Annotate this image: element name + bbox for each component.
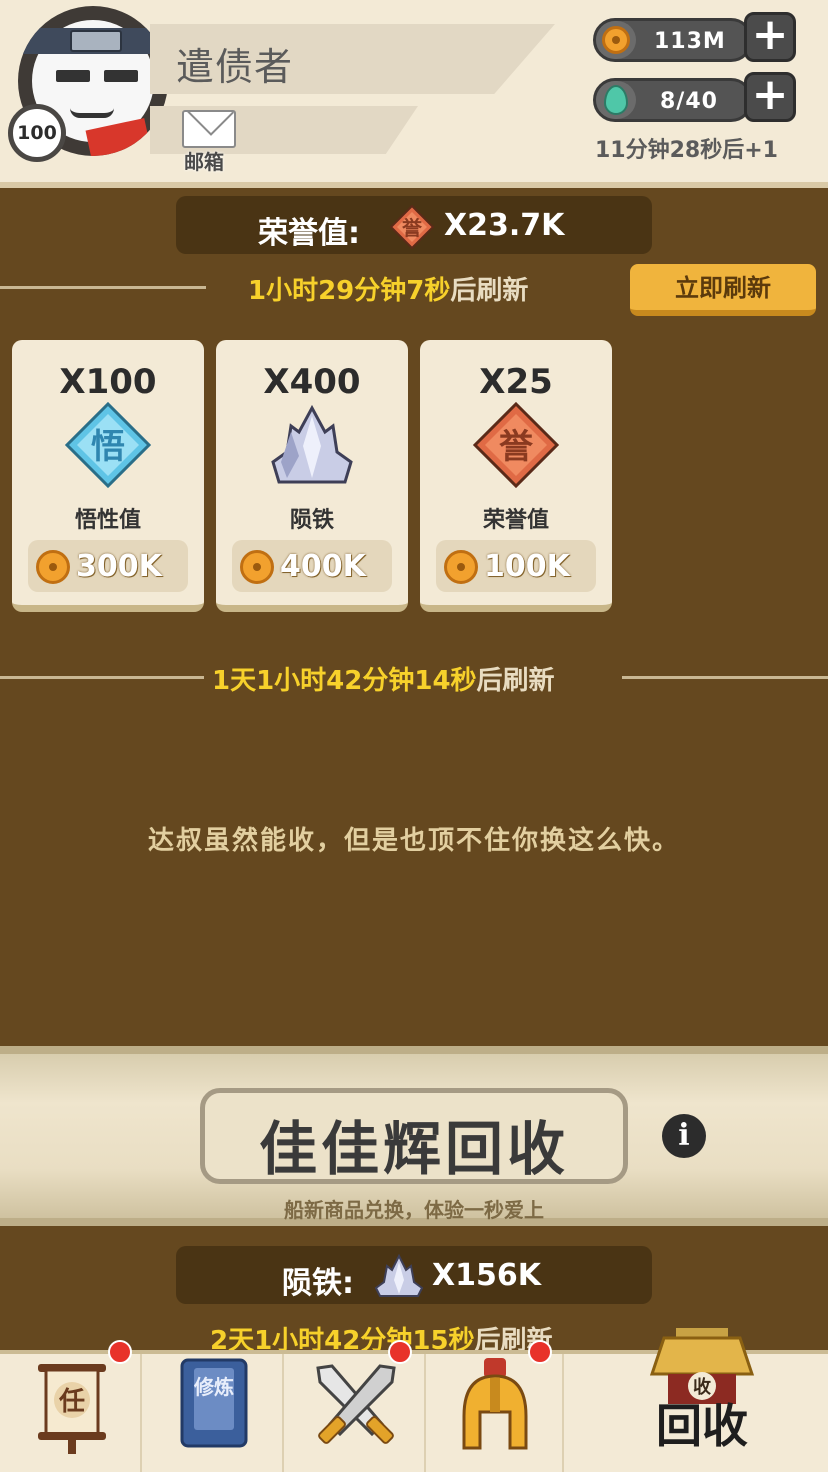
refresh-now-button[interactable]: 立即刷新 <box>630 264 816 316</box>
coin-icon <box>36 550 70 584</box>
banner-subtitle: 船新商品兑换，体验一秒爱上 <box>284 1198 544 1222</box>
nav-recycle-label: 回收 <box>656 1399 748 1453</box>
item-quantity: X25 <box>479 362 553 402</box>
energy-gem-icon <box>604 85 628 115</box>
top-header: 100 遣债者 邮箱 113M + 8/40 + 11分钟28秒后+1 <box>0 0 828 188</box>
item-price-button[interactable]: 300K <box>28 540 188 592</box>
meteor-label: 陨铁: <box>282 1266 354 1301</box>
energy-icon-holder <box>596 81 636 119</box>
add-energy-button[interactable]: + <box>744 72 796 122</box>
wuxing-icon-char: 悟 <box>91 427 125 467</box>
item-price-button[interactable]: 400K <box>232 540 392 592</box>
item-quantity: X400 <box>263 362 361 402</box>
notification-dot <box>108 1340 132 1364</box>
mailbox-button[interactable]: 邮箱 <box>180 108 240 174</box>
item-name: 荣誉值 <box>482 508 549 533</box>
honor-icon: 誉 <box>473 402 559 488</box>
item-price: 100K <box>484 549 570 584</box>
shop-refresh-timer: 1小时29分钟7秒后刷新 <box>248 270 528 307</box>
honor-icon: 誉 <box>390 205 434 249</box>
info-icon[interactable]: i <box>662 1114 706 1158</box>
add-coins-button[interactable]: + <box>744 12 796 62</box>
meteorite-icon <box>271 404 353 484</box>
shop-item-card[interactable]: X25 誉 荣誉值 100K <box>420 340 612 612</box>
shop-refresh-suffix: 后刷新 <box>450 276 529 306</box>
wuxing-icon: 悟 <box>65 402 151 488</box>
energy-timer: 11分钟28秒后+1 <box>595 138 778 163</box>
second-refresh-timer: 1天1小时42分钟14秒后刷新 <box>212 660 555 697</box>
item-price-button[interactable]: 100K <box>436 540 596 592</box>
honor-icon-char: 誉 <box>401 216 423 240</box>
coin-icon-holder <box>596 21 636 59</box>
coin-amount: 113M <box>654 29 726 54</box>
player-name: 遣债者 <box>176 45 294 89</box>
mailbox-label: 邮箱 <box>184 150 224 174</box>
notification-dot <box>528 1340 552 1364</box>
second-refresh-countdown: 1天1小时42分钟14秒 <box>212 666 477 696</box>
energy-counter: 8/40 <box>593 78 753 122</box>
honor-label: 荣誉值: <box>258 216 360 251</box>
coin-icon <box>444 550 478 584</box>
banner-title: 佳佳辉回收 <box>258 1115 569 1183</box>
player-level-badge: 100 <box>8 104 66 162</box>
book-icon-char: 修炼 <box>193 1375 234 1399</box>
nav-tab-equipment[interactable] <box>426 1340 564 1472</box>
item-name: 悟性值 <box>74 508 141 533</box>
crossed-swords-icon <box>316 1364 396 1444</box>
item-price: 400K <box>280 549 366 584</box>
helmet-icon <box>462 1358 528 1450</box>
task-icon-char: 任 <box>58 1387 85 1417</box>
honor-item-icon-char: 誉 <box>499 427 534 467</box>
divider-line <box>0 676 204 679</box>
coin-counter: 113M <box>593 18 753 62</box>
nav-tab-recycle[interactable]: 收 回收 <box>564 1328 828 1472</box>
nav-tab-task[interactable]: 任 <box>0 1340 142 1472</box>
coin-icon <box>240 550 274 584</box>
avatar-mouth <box>70 108 114 118</box>
shop-item-card[interactable]: X100 悟 悟性值 300K <box>12 340 204 612</box>
scroll-task-icon: 任 <box>38 1364 106 1454</box>
headband-plate <box>70 30 122 52</box>
coin-icon <box>602 26 630 54</box>
shop-item-card[interactable]: X400 陨铁 400K <box>216 340 408 612</box>
second-refresh-suffix: 后刷新 <box>476 666 555 696</box>
divider-line <box>0 286 206 289</box>
item-price: 300K <box>76 549 162 584</box>
recycle-banner: 佳佳辉回收 船新商品兑换，体验一秒爱上 i <box>0 1046 828 1226</box>
divider-line <box>622 676 828 679</box>
bottom-nav: 任 修炼 收 回收 <box>0 1328 828 1472</box>
avatar-right-eye <box>104 70 138 82</box>
npc-dialog-text: 达叔虽然能收，但是也顶不住你换这么快。 <box>147 826 680 856</box>
shop-refresh-countdown: 1小时29分钟7秒 <box>248 276 451 306</box>
notification-dot <box>388 1340 412 1364</box>
meteorite-icon <box>374 1254 424 1297</box>
energy-amount: 8/40 <box>660 89 718 114</box>
honor-value: X23.7K <box>444 208 565 243</box>
item-name: 陨铁 <box>289 508 334 533</box>
item-quantity: X100 <box>59 362 157 402</box>
nav-tab-cultivate[interactable]: 修炼 <box>142 1354 284 1472</box>
avatar-left-eye <box>56 70 90 82</box>
envelope-icon <box>182 110 236 148</box>
meteor-value: X156K <box>432 1258 541 1293</box>
nav-tab-battle[interactable] <box>284 1340 426 1472</box>
cultivation-book-icon: 修炼 <box>180 1358 248 1448</box>
